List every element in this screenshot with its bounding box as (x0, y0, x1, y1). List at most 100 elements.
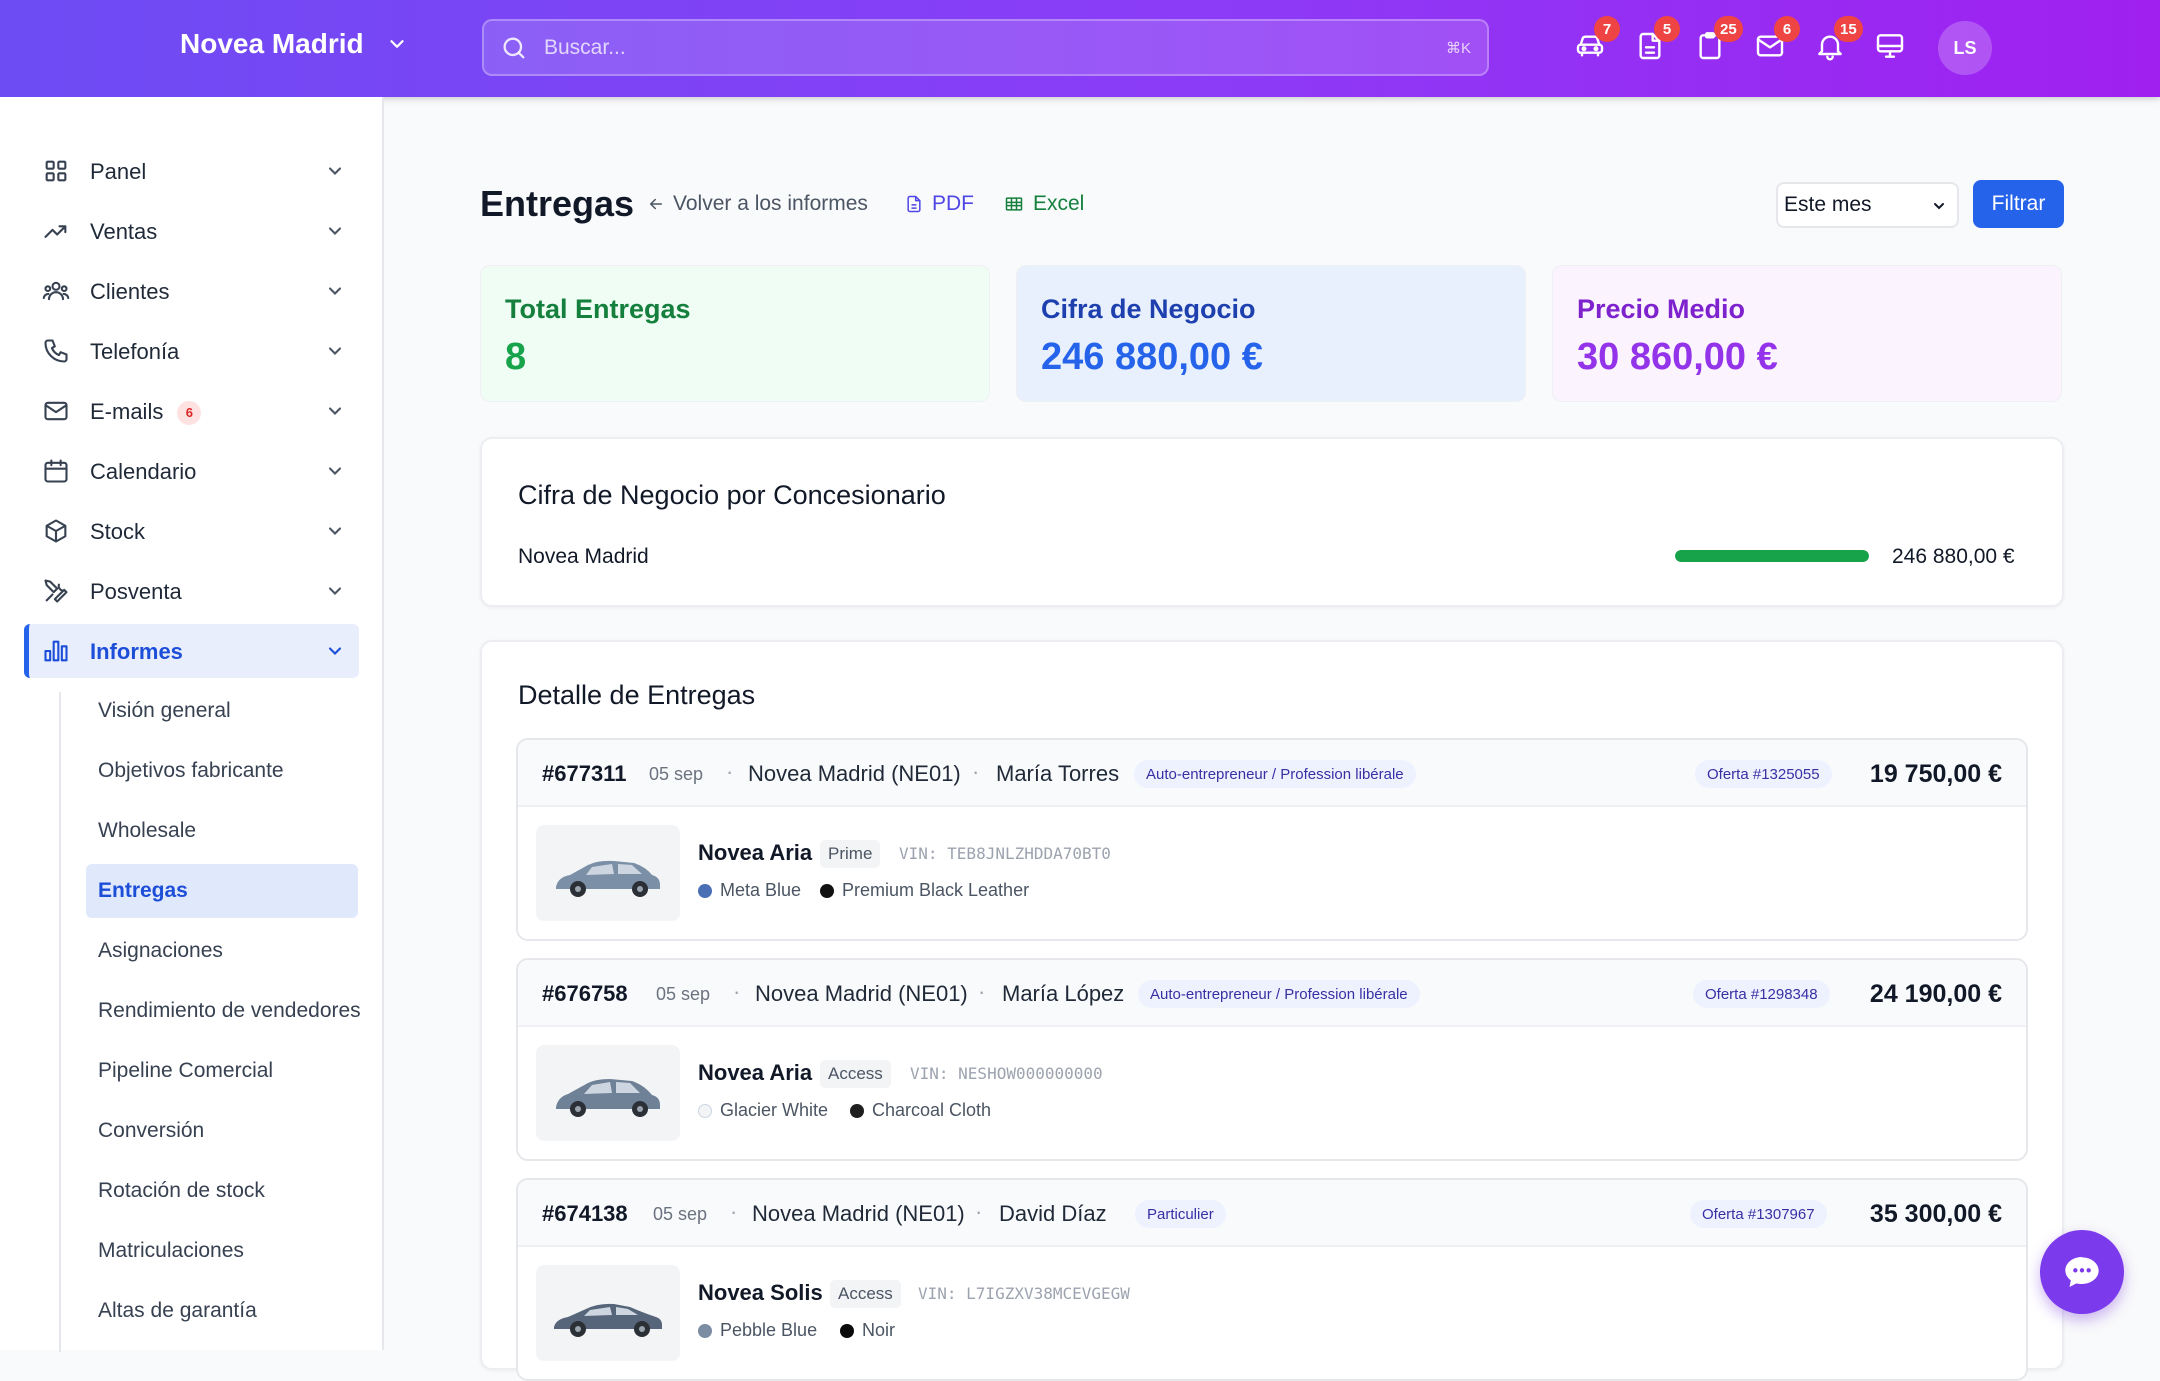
sidebar-item-emails[interactable]: E-mails 6 (24, 384, 359, 438)
car-hatchback-icon (556, 860, 660, 897)
chevron-down-icon (328, 347, 342, 355)
average-price-card: Precio Medio 30 860,00 € (1552, 265, 2062, 402)
emails-badge: 6 (177, 400, 202, 425)
search-input[interactable] (544, 29, 1404, 67)
sub-item-asignaciones[interactable]: Asignaciones (86, 924, 358, 978)
offer-link[interactable]: Oferta #1307967 (1690, 1200, 1827, 1228)
sub-item-rendimiento-vendedores[interactable]: Rendimiento de vendedores (86, 984, 361, 1038)
car-thumbnail (536, 1045, 680, 1141)
delivery-dealer: Novea Madrid (NE01) (755, 981, 968, 1006)
car-model: Novea Aria (698, 1060, 813, 1085)
tools-icon (44, 579, 68, 603)
sidebar-item-clientes[interactable]: Clientes (24, 264, 359, 318)
sub-item-objetivos-fabricante[interactable]: Objetivos fabricante (86, 744, 358, 798)
trending-up-icon (44, 225, 67, 238)
dealer-name: Novea Madrid (518, 545, 649, 568)
calendar-icon (44, 459, 68, 483)
delivery-card[interactable]: #674138 05 sep · Novea Madrid (NE01) · D… (516, 1178, 2028, 1381)
notifications-button[interactable]: 15 (1814, 16, 1863, 66)
filter-button[interactable]: Filtrar (1973, 180, 2064, 228)
sidebar-item-ventas[interactable]: Ventas (24, 204, 359, 258)
documents-button[interactable]: 5 (1634, 16, 1680, 66)
chevron-down-icon (328, 227, 342, 235)
chevron-down-icon (328, 647, 342, 655)
interior-color: Charcoal Cloth (850, 1100, 991, 1121)
delivery-price: 24 190,00 € (1869, 980, 2002, 1008)
chat-button[interactable] (2040, 1230, 2124, 1314)
period-select[interactable]: Este mes (1776, 182, 1959, 228)
delivery-dealer: Novea Madrid (NE01) (748, 761, 961, 786)
exterior-color: Meta Blue (698, 880, 801, 901)
sidebar: Panel Ventas Clientes Telefonía E-mails 6… (0, 97, 384, 1352)
sub-item-altas-garantia[interactable]: Altas de garantía (86, 1284, 358, 1338)
export-pdf-button[interactable]: PDF (904, 192, 974, 216)
separator-dot: · (975, 1199, 983, 1224)
panel-title: Cifra de Negocio por Concesionario (518, 480, 946, 510)
sidebar-item-label: Panel (90, 159, 147, 184)
delivery-id: #676758 (542, 981, 628, 1006)
dealer-share-bar (1675, 550, 1869, 562)
chevron-down-icon (389, 40, 404, 48)
sub-item-conversion[interactable]: Conversión (86, 1104, 358, 1158)
card-value: 246 880,00 € (1041, 336, 1263, 378)
card-label: Precio Medio (1577, 294, 1746, 324)
sidebar-item-panel[interactable]: Panel (24, 144, 359, 198)
color-swatch (840, 1323, 854, 1338)
users-icon (42, 281, 70, 301)
color-swatch (820, 883, 834, 898)
sub-item-vision-general[interactable]: Visión general (86, 684, 358, 738)
box-icon (45, 519, 67, 543)
vin-number: VIN: TEB8JNLZHDDA70BT0 (899, 844, 1111, 863)
offer-link[interactable]: Oferta #1298348 (1693, 980, 1830, 1008)
sidebar-item-telefonia[interactable]: Telefonía (24, 324, 359, 378)
chevron-down-icon (328, 167, 342, 175)
offer-link[interactable]: Oferta #1325055 (1695, 760, 1832, 788)
delivery-id: #674138 (542, 1201, 628, 1226)
vin-number: VIN: L7IGZXV38MCEVGEGW (918, 1284, 1130, 1303)
tasks-button[interactable]: 25 (1694, 16, 1743, 66)
sidebar-item-calendario[interactable]: Calendario (24, 444, 359, 498)
color-label: Meta Blue (720, 880, 802, 900)
delivery-card[interactable]: #677311 05 sep · Novea Madrid (NE01) · M… (516, 738, 2028, 941)
sidebar-item-label: Ventas (90, 219, 158, 244)
sidebar-item-label: Calendario (90, 459, 197, 484)
chevron-down-icon (328, 407, 342, 415)
mail-button[interactable]: 6 (1754, 16, 1800, 66)
search-shortcut: ⌘K (1445, 40, 1471, 57)
color-label: Glacier White (720, 1100, 829, 1120)
sub-item-entregas[interactable]: Entregas (86, 864, 358, 918)
sub-item-pipeline-comercial[interactable]: Pipeline Comercial (86, 1044, 358, 1098)
search-bar[interactable]: ⌘K (482, 19, 1489, 76)
chevron-down-icon (328, 587, 342, 595)
delivery-card[interactable]: #676758 05 sep · Novea Madrid (NE01) · M… (516, 958, 2028, 1161)
delivery-client: María Torres (996, 761, 1120, 786)
color-swatch (850, 1103, 864, 1118)
top-bar: Novea Madrid ⌘K 7 5 25 6 15 LS (0, 0, 2160, 97)
sub-item-wholesale[interactable]: Wholesale (86, 804, 358, 858)
sidebar-item-label: Stock (90, 519, 146, 544)
chat-bubble-icon (2065, 1257, 2099, 1287)
sidebar-item-stock[interactable]: Stock (24, 504, 359, 558)
sub-item-rotacion-stock[interactable]: Rotación de stock (86, 1164, 358, 1218)
cars-button[interactable]: 7 (1574, 16, 1620, 66)
sub-item-matriculaciones[interactable]: Matriculaciones (86, 1224, 358, 1278)
sidebar-item-informes[interactable]: Informes (24, 624, 359, 678)
display-button[interactable] (1874, 30, 1910, 66)
card-label: Total Entregas (505, 294, 691, 324)
interior-color: Premium Black Leather (820, 880, 1029, 901)
export-excel-button[interactable]: Excel (1003, 192, 1084, 216)
card-value: 8 (505, 336, 527, 378)
dealer-selector[interactable]: Novea Madrid (180, 28, 408, 60)
back-to-reports-link[interactable]: Volver a los informes (647, 192, 868, 216)
table-icon (1005, 197, 1023, 211)
emails-label: E-mails (90, 399, 164, 424)
revenue-card: Cifra de Negocio 246 880,00 € (1016, 265, 1526, 402)
trim-badge: Access (830, 1280, 901, 1308)
sidebar-item-posventa[interactable]: Posventa (24, 564, 359, 618)
color-swatch (698, 1323, 712, 1338)
sidebar-item-label: Clientes (90, 279, 170, 304)
interior-color: Noir (840, 1320, 895, 1341)
avatar[interactable]: LS (1938, 21, 1992, 75)
excel-label: Excel (1033, 192, 1085, 215)
delivery-date: 05 sep (649, 764, 704, 784)
